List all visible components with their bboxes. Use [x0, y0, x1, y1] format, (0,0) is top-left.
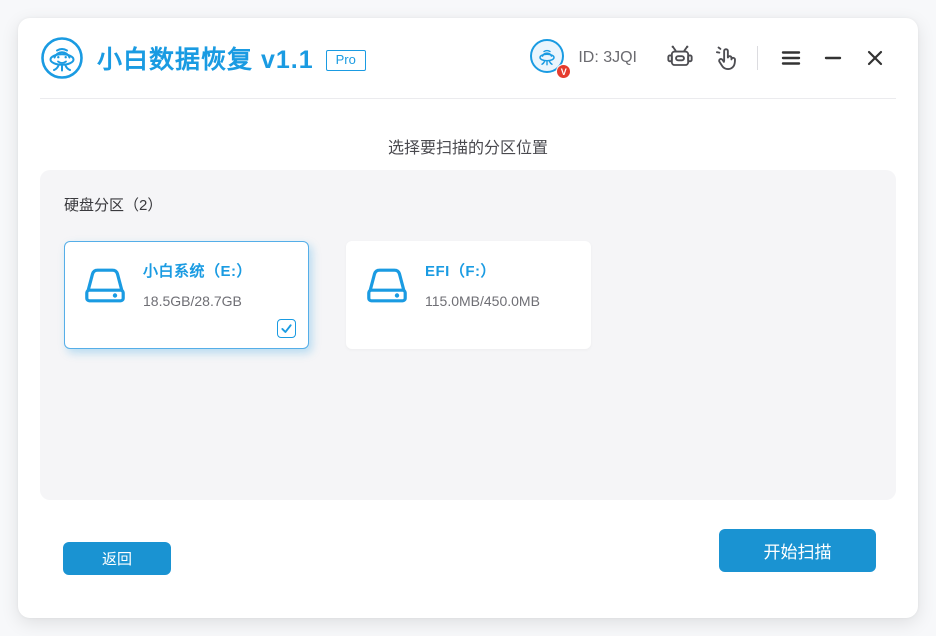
title-bar: 小白数据恢复 v1.1 Pro V ID: 3JQI — [18, 18, 918, 98]
start-scan-button[interactable]: 开始扫描 — [719, 529, 876, 572]
robot-icon[interactable] — [666, 44, 694, 72]
partition-name: EFI（F:） — [425, 260, 540, 281]
app-logo-icon — [40, 36, 84, 80]
partition-size: 18.5GB/28.7GB — [143, 293, 252, 309]
panel-label: 硬盘分区（2） — [64, 194, 872, 215]
menu-icon[interactable] — [779, 46, 803, 70]
drive-icon — [363, 264, 411, 308]
partition-checkbox[interactable] — [277, 319, 296, 338]
vip-badge: V — [556, 64, 571, 79]
partition-card[interactable]: 小白系统（E:） 18.5GB/28.7GB — [64, 241, 309, 349]
user-avatar[interactable]: V — [530, 39, 568, 77]
partition-card-list: 小白系统（E:） 18.5GB/28.7GB EFI（F:） 11 — [64, 241, 872, 349]
app-title: 小白数据恢复 v1.1 — [97, 40, 314, 76]
drive-icon — [81, 264, 129, 308]
back-button[interactable]: 返回 — [63, 542, 171, 575]
header-divider — [40, 98, 896, 99]
minimize-icon[interactable] — [821, 46, 845, 70]
partition-size: 115.0MB/450.0MB — [425, 293, 540, 309]
user-id: ID: 3JQI — [578, 49, 637, 67]
close-icon[interactable] — [863, 46, 887, 70]
page-title: 选择要扫描的分区位置 — [18, 134, 918, 158]
app-window: 小白数据恢复 v1.1 Pro V ID: 3JQI — [18, 18, 918, 618]
partition-card[interactable]: EFI（F:） 115.0MB/450.0MB — [346, 241, 591, 349]
partition-name: 小白系统（E:） — [143, 260, 252, 281]
pro-badge: Pro — [326, 50, 366, 71]
divider — [757, 46, 758, 70]
touch-icon[interactable] — [712, 44, 740, 72]
partition-panel: 硬盘分区（2） 小白系统（E:） 18.5GB/28.7GB — [40, 170, 896, 500]
